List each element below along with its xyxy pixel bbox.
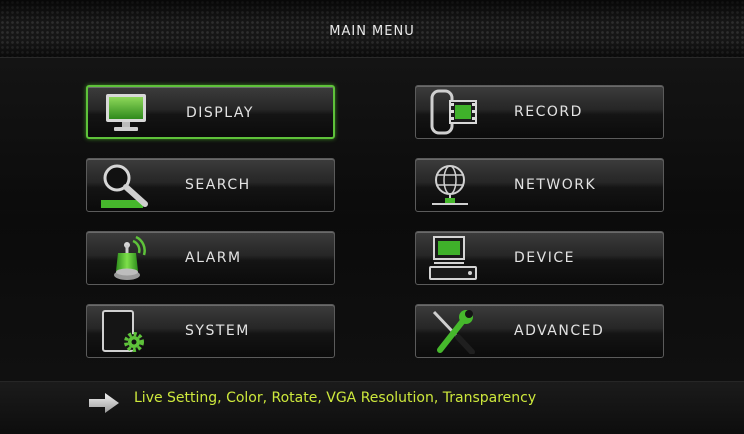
hint-text: Live Setting, Color, Rotate, VGA Resolut…	[134, 390, 537, 406]
record-button[interactable]: RECORD	[415, 85, 664, 139]
header-bar: MAIN MENU	[0, 0, 744, 58]
network-button[interactable]: NETWORK	[415, 158, 664, 212]
alarm-label: ALARM	[185, 250, 242, 266]
film-record-icon	[428, 89, 480, 135]
record-label: RECORD	[514, 104, 583, 120]
network-label: NETWORK	[514, 177, 597, 193]
display-button[interactable]: DISPLAY	[86, 85, 335, 139]
device-button[interactable]: DEVICE	[415, 231, 664, 285]
system-gear-icon	[99, 308, 151, 354]
page-title: MAIN MENU	[329, 24, 415, 39]
wrench-screwdriver-icon	[428, 308, 480, 354]
device-label: DEVICE	[514, 250, 575, 266]
alarm-button[interactable]: ALARM	[86, 231, 335, 285]
system-button[interactable]: SYSTEM	[86, 304, 335, 358]
display-label: DISPLAY	[186, 105, 254, 121]
hint-bar: Live Setting, Color, Rotate, VGA Resolut…	[0, 381, 744, 434]
advanced-label: ADVANCED	[514, 323, 605, 339]
alarm-beacon-icon	[99, 235, 151, 281]
monitor-icon	[100, 90, 152, 136]
search-label: SEARCH	[185, 177, 251, 193]
system-label: SYSTEM	[185, 323, 250, 339]
search-button[interactable]: SEARCH	[86, 158, 335, 212]
main-menu-screen: MAIN MENU DISPLAY RECORD SEARCH NETWORK …	[0, 0, 744, 434]
arrow-right-icon	[88, 392, 120, 414]
magnifier-icon	[99, 162, 151, 208]
dvr-device-icon	[428, 235, 480, 281]
menu-grid: DISPLAY RECORD SEARCH NETWORK ALARM DEVI…	[0, 58, 744, 381]
advanced-button[interactable]: ADVANCED	[415, 304, 664, 358]
globe-network-icon	[428, 162, 480, 208]
